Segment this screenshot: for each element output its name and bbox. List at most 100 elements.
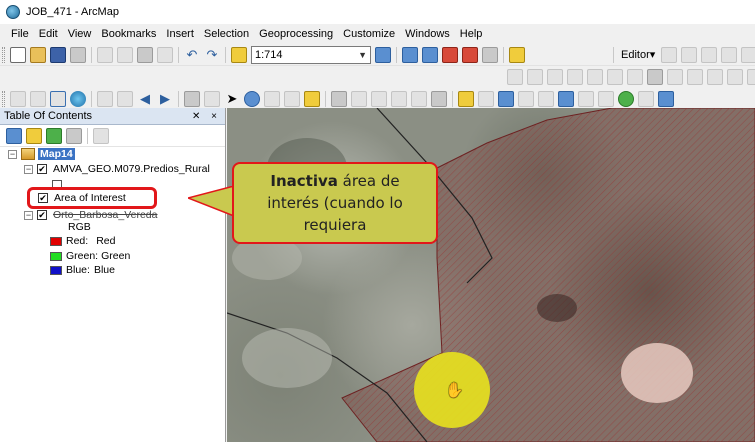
new-document-icon[interactable] xyxy=(10,46,26,63)
hyperlink-icon[interactable] xyxy=(264,91,280,107)
trim-icon[interactable] xyxy=(567,69,583,85)
pan-hand-icon[interactable] xyxy=(50,91,66,107)
chevron-down-icon[interactable]: ▼ xyxy=(358,50,367,60)
go-to-xy-icon[interactable] xyxy=(371,91,387,107)
collapse-expander-icon[interactable]: − xyxy=(8,149,17,159)
menu-file[interactable]: File xyxy=(6,24,34,44)
sketch-properties-icon[interactable] xyxy=(538,91,554,107)
toolbar-grip[interactable] xyxy=(2,46,5,63)
select-elements-arrow-icon[interactable]: ➤ xyxy=(224,91,240,107)
model-builder-icon[interactable] xyxy=(509,46,525,63)
ellipse-icon[interactable] xyxy=(707,69,723,85)
map-scale-combobox[interactable]: 1:714 ▼ xyxy=(251,45,371,64)
map-display[interactable] xyxy=(227,108,755,442)
identify-icon[interactable] xyxy=(244,91,260,107)
menu-windows[interactable]: Windows xyxy=(400,24,455,44)
rectangle-icon[interactable] xyxy=(667,69,683,85)
edit-annotation-icon[interactable] xyxy=(681,46,698,63)
create-viewer-icon[interactable] xyxy=(431,91,447,107)
create-features-icon[interactable] xyxy=(518,91,534,107)
smooth-icon[interactable] xyxy=(647,69,663,85)
explode-icon[interactable] xyxy=(607,69,623,85)
time-slider-icon[interactable] xyxy=(391,91,407,107)
undo-icon[interactable]: ↶ xyxy=(184,47,200,63)
toc-close-controls[interactable]: ✕ × xyxy=(192,111,221,122)
layer-visibility-checkbox[interactable]: ✔ xyxy=(37,210,47,220)
measure-icon[interactable] xyxy=(304,91,320,107)
editor-toolbar-icon[interactable] xyxy=(375,46,391,63)
menu-geoprocessing[interactable]: Geoprocessing xyxy=(254,24,338,44)
endpoint-arc-icon[interactable] xyxy=(721,46,738,63)
generalize-icon[interactable] xyxy=(627,69,643,85)
menu-selection[interactable]: Selection xyxy=(199,24,254,44)
fixed-zoom-out-icon[interactable] xyxy=(117,91,133,107)
add-data-icon[interactable] xyxy=(231,46,247,63)
html-popup-icon[interactable] xyxy=(284,91,300,107)
blue-band-swatch[interactable] xyxy=(50,265,62,275)
viewer-window-icon[interactable] xyxy=(411,91,427,107)
more-tools-icon[interactable] xyxy=(638,91,654,107)
delete-icon[interactable] xyxy=(157,46,173,63)
fillet-icon[interactable] xyxy=(527,69,543,85)
back-extent-icon[interactable]: ◀ xyxy=(137,91,153,107)
green-band-swatch[interactable] xyxy=(50,251,62,261)
tree-row-layer-predios[interactable]: − ✔ AMVA_GEO.M079.Predios_Rural xyxy=(24,161,210,177)
edit-tool-icon[interactable] xyxy=(661,46,678,63)
snapping-icon[interactable] xyxy=(578,91,594,107)
layer-visibility-checkbox[interactable]: ✔ xyxy=(37,164,47,174)
fixed-zoom-in-icon[interactable] xyxy=(97,91,113,107)
find-binoculars-icon[interactable] xyxy=(331,91,347,107)
data-frame-label[interactable]: Map14 xyxy=(38,148,75,160)
layer-name[interactable]: AMVA_GEO.M079.Predios_Rural xyxy=(53,163,210,175)
toolbar-grip[interactable] xyxy=(2,91,5,107)
tree-row-map[interactable]: − Map14 xyxy=(8,146,75,162)
trace-icon[interactable] xyxy=(741,46,755,63)
list-by-visibility-icon[interactable] xyxy=(46,127,62,144)
paste-icon[interactable] xyxy=(137,46,153,63)
align-icon[interactable] xyxy=(747,69,755,85)
straight-segment-icon[interactable] xyxy=(701,46,718,63)
collapse-expander-icon[interactable]: − xyxy=(24,164,33,174)
catalog-window-icon[interactable] xyxy=(422,46,438,63)
arctoolbox-icon[interactable] xyxy=(462,46,478,63)
copy-features-icon[interactable] xyxy=(507,69,523,85)
zoom-in-icon[interactable] xyxy=(10,91,26,107)
list-by-selection-icon[interactable] xyxy=(66,127,82,144)
line-intersection-icon[interactable] xyxy=(587,69,603,85)
topology-icon[interactable] xyxy=(558,91,574,107)
find-route-icon[interactable] xyxy=(351,91,367,107)
georeferencing-icon[interactable] xyxy=(598,91,614,107)
cut-icon[interactable] xyxy=(97,46,113,63)
table-of-contents-icon[interactable] xyxy=(402,46,418,63)
search-window-icon[interactable] xyxy=(442,46,458,63)
editor-toolbar-toggle-icon[interactable] xyxy=(458,91,474,107)
python-window-icon[interactable] xyxy=(482,46,498,63)
clear-selection-icon[interactable] xyxy=(204,91,220,107)
menu-bookmarks[interactable]: Bookmarks xyxy=(96,24,161,44)
menu-help[interactable]: Help xyxy=(455,24,488,44)
select-by-graphics-icon[interactable] xyxy=(184,91,200,107)
circle-icon[interactable] xyxy=(687,69,703,85)
toc-options-icon[interactable] xyxy=(93,127,109,144)
menu-customize[interactable]: Customize xyxy=(338,24,400,44)
zoom-out-icon[interactable] xyxy=(30,91,46,107)
add-basemap-icon[interactable] xyxy=(658,91,674,107)
menu-insert[interactable]: Insert xyxy=(161,24,199,44)
save-icon[interactable] xyxy=(50,46,66,63)
collapse-expander-icon[interactable]: − xyxy=(24,210,33,220)
open-folder-icon[interactable] xyxy=(30,46,46,63)
layer-properties-icon[interactable] xyxy=(478,91,494,107)
menu-view[interactable]: View xyxy=(63,24,97,44)
freehand-icon[interactable] xyxy=(727,69,743,85)
globe-service-icon[interactable] xyxy=(618,91,634,107)
red-band-swatch[interactable] xyxy=(50,236,62,246)
extend-icon[interactable] xyxy=(547,69,563,85)
copy-icon[interactable] xyxy=(117,46,133,63)
full-extent-icon[interactable] xyxy=(70,91,86,107)
forward-extent-icon[interactable]: ▶ xyxy=(157,91,173,107)
print-icon[interactable] xyxy=(70,46,86,63)
redo-icon[interactable]: ↷ xyxy=(204,47,220,63)
editor-menu-button[interactable]: Editor▾ xyxy=(617,48,659,61)
menu-edit[interactable]: Edit xyxy=(34,24,63,44)
attribute-table-icon[interactable] xyxy=(498,91,514,107)
